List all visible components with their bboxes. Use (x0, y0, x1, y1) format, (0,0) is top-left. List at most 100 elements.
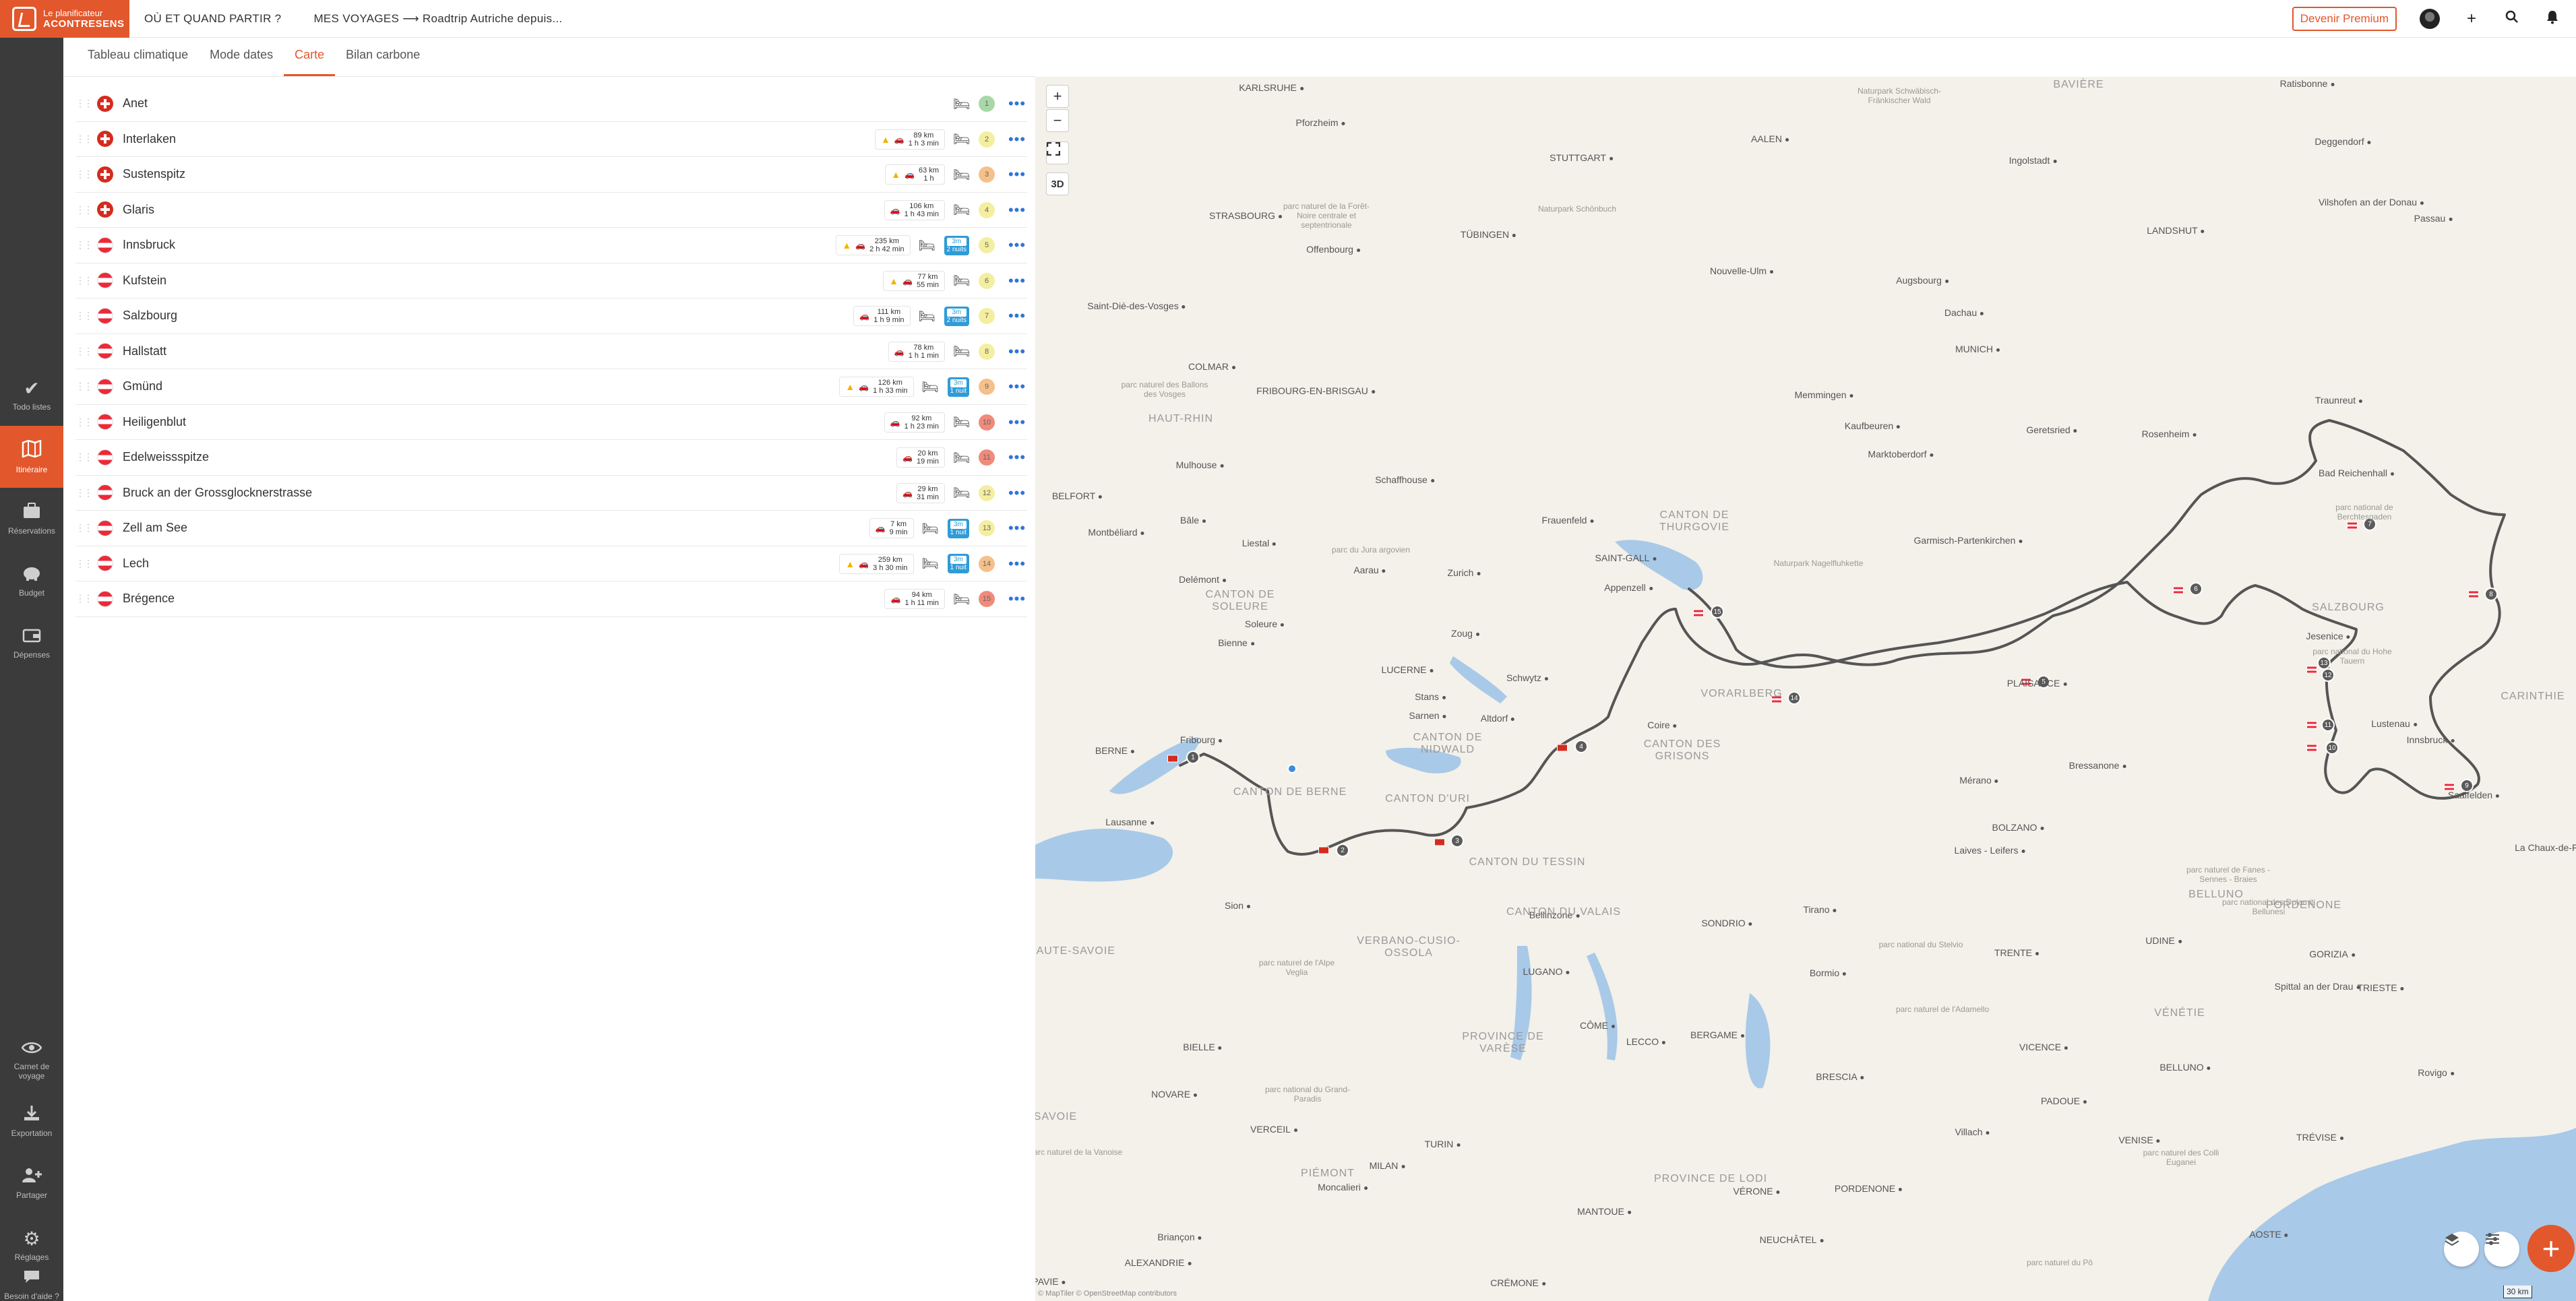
itinerary-row[interactable]: ⋮⋮ Sustenspitz ▲ 🚗 63 km 1 h 🛏 3 ••• (75, 157, 1027, 193)
itinerary-row[interactable]: ⋮⋮ Glaris 🚗 106 km 1 h 43 min 🛏 4 ••• (75, 193, 1027, 228)
sidebar-item-help[interactable]: Besoin d'aide ? (0, 1264, 63, 1301)
layers-button[interactable] (2444, 1232, 2479, 1267)
nights-badge[interactable]: 3m 2 nuits (944, 235, 969, 255)
nights-badge[interactable]: 3m 1 nuit (947, 377, 969, 397)
plus-icon[interactable]: + (2463, 9, 2480, 28)
drag-handle-icon[interactable]: ⋮⋮ (75, 133, 93, 145)
more-options-icon[interactable]: ••• (1007, 307, 1027, 325)
fullscreen-button[interactable] (1046, 141, 1069, 164)
leg-distance[interactable]: ▲ 🚗 89 km 1 h 3 min (874, 129, 945, 150)
bed-icon[interactable]: 🛏 (953, 131, 970, 148)
stage-city-name[interactable]: Bruck an der Grossglocknerstrasse (123, 486, 312, 500)
leg-distance[interactable]: 🚗 111 km 1 h 9 min (853, 306, 911, 326)
drag-handle-icon[interactable]: ⋮⋮ (75, 558, 93, 569)
itinerary-row[interactable]: ⋮⋮ Hallstatt 🚗 78 km 1 h 1 min 🛏 8 ••• (75, 334, 1027, 369)
route-marker[interactable]: 10 (2325, 741, 2339, 755)
bed-icon[interactable]: 🛏 (922, 520, 939, 537)
itinerary-row[interactable]: ⋮⋮ Anet 🛏 1 ••• (75, 86, 1027, 122)
tab-carbon[interactable]: Bilan carbone (335, 48, 431, 76)
route-marker[interactable]: 3 (1450, 834, 1464, 848)
drag-handle-icon[interactable]: ⋮⋮ (75, 416, 93, 428)
tab-dates[interactable]: Mode dates (199, 48, 284, 76)
itinerary-row[interactable]: ⋮⋮ Edelweissspitze 🚗 20 km 19 min 🛏 11 ••• (75, 440, 1027, 476)
sidebar-item-budget[interactable]: Budget (0, 550, 63, 612)
bell-icon[interactable] (2544, 9, 2561, 28)
stage-city-name[interactable]: Hallstatt (123, 344, 166, 358)
add-stage-button[interactable]: + (2527, 1225, 2575, 1272)
leg-distance[interactable]: ▲ 🚗 126 km 1 h 33 min (839, 377, 914, 397)
leg-distance[interactable]: 🚗 92 km 1 h 23 min (884, 412, 945, 433)
route-marker[interactable]: 6 (2189, 582, 2203, 596)
drag-handle-icon[interactable]: ⋮⋮ (75, 346, 93, 357)
itinerary-row[interactable]: ⋮⋮ Gmünd ▲ 🚗 126 km 1 h 33 min 🛏 3m 1 nuit 9 ••• (75, 369, 1027, 405)
route-marker[interactable]: 11 (2321, 718, 2335, 732)
tab-map[interactable]: Carte (284, 48, 336, 76)
leg-distance[interactable]: 🚗 94 km 1 h 11 min (884, 589, 945, 609)
route-marker[interactable]: 4 (1574, 740, 1588, 753)
more-options-icon[interactable]: ••• (1007, 95, 1027, 113)
bed-icon[interactable]: 🛏 (953, 272, 970, 289)
zoom-out-button[interactable]: − (1046, 109, 1069, 132)
leg-distance[interactable]: 🚗 78 km 1 h 1 min (888, 341, 945, 362)
nights-badge[interactable]: 3m 2 nuits (944, 306, 969, 326)
more-options-icon[interactable]: ••• (1007, 201, 1027, 219)
more-options-icon[interactable]: ••• (1007, 131, 1027, 148)
leg-distance[interactable]: ▲ 🚗 259 km 3 h 30 min (839, 553, 914, 574)
more-options-icon[interactable]: ••• (1007, 272, 1027, 290)
route-marker[interactable]: 15 (1711, 605, 1724, 618)
leg-distance[interactable]: 🚗 20 km 19 min (896, 447, 945, 468)
sidebar-item-todo[interactable]: ✔ Todo listes (0, 364, 63, 426)
drag-handle-icon[interactable]: ⋮⋮ (75, 487, 93, 499)
bed-icon[interactable]: 🛏 (953, 343, 970, 360)
nav-where-when[interactable]: OÙ ET QUAND PARTIR ? (144, 12, 281, 26)
more-options-icon[interactable]: ••• (1007, 449, 1027, 466)
leg-distance[interactable]: ▲ 🚗 63 km 1 h (885, 164, 945, 185)
nights-badge[interactable]: 3m 1 nuit (947, 554, 969, 573)
avatar[interactable] (2420, 8, 2440, 29)
drag-handle-icon[interactable]: ⋮⋮ (75, 98, 93, 109)
3d-toggle-button[interactable]: 3D (1046, 172, 1069, 195)
sidebar-item-share[interactable]: Partager (0, 1152, 63, 1214)
drag-handle-icon[interactable]: ⋮⋮ (75, 522, 93, 534)
stage-city-name[interactable]: Glaris (123, 203, 154, 217)
premium-button[interactable]: Devenir Premium (2292, 6, 2397, 31)
more-options-icon[interactable]: ••• (1007, 343, 1027, 360)
stage-city-name[interactable]: Salzbourg (123, 309, 177, 323)
stage-city-name[interactable]: Zell am See (123, 521, 187, 535)
more-options-icon[interactable]: ••• (1007, 236, 1027, 254)
more-options-icon[interactable]: ••• (1007, 555, 1027, 573)
sidebar-item-expenses[interactable]: Dépenses (0, 612, 63, 674)
leg-distance[interactable]: 🚗 29 km 31 min (896, 482, 945, 503)
drag-handle-icon[interactable]: ⋮⋮ (75, 381, 93, 392)
map-view[interactable]: 1 2 3 4 5 6 7 8 9 10 11 12 13 14 15 KARL… (1035, 77, 2576, 1301)
stage-city-name[interactable]: Heiligenblut (123, 415, 186, 429)
bed-icon[interactable]: 🛏 (922, 555, 939, 572)
leg-distance[interactable]: ▲ 🚗 235 km 2 h 42 min (836, 235, 911, 255)
stage-city-name[interactable]: Interlaken (123, 132, 176, 146)
stage-city-name[interactable]: Lech (123, 557, 149, 571)
stage-city-name[interactable]: Edelweissspitze (123, 450, 209, 464)
tab-climate[interactable]: Tableau climatique (77, 48, 199, 76)
itinerary-row[interactable]: ⋮⋮ Bruck an der Grossglocknerstrasse 🚗 29 k… (75, 476, 1027, 511)
bed-icon[interactable]: 🛏 (953, 201, 970, 218)
leg-distance[interactable]: 🚗 7 km 9 min (869, 518, 914, 538)
drag-handle-icon[interactable]: ⋮⋮ (75, 275, 93, 286)
itinerary-row[interactable]: ⋮⋮ Heiligenblut 🚗 92 km 1 h 23 min 🛏 10 ••• (75, 405, 1027, 440)
itinerary-row[interactable]: ⋮⋮ Salzbourg 🚗 111 km 1 h 9 min 🛏 3m 2 nuits 7 ••… (75, 298, 1027, 334)
drag-handle-icon[interactable]: ⋮⋮ (75, 168, 93, 180)
more-options-icon[interactable]: ••• (1007, 414, 1027, 431)
search-icon[interactable] (2503, 10, 2521, 28)
stage-city-name[interactable]: Kufstein (123, 274, 166, 288)
route-marker[interactable]: 8 (2484, 588, 2498, 601)
drag-handle-icon[interactable]: ⋮⋮ (75, 310, 93, 321)
sidebar-item-itinerary[interactable]: Itinéraire (0, 426, 63, 488)
stage-city-name[interactable]: Brégence (123, 592, 175, 606)
bed-icon[interactable]: 🛏 (953, 414, 970, 431)
sidebar-item-bookings[interactable]: Réservations (0, 488, 63, 550)
stage-city-name[interactable]: Anet (123, 96, 148, 110)
filter-button[interactable] (2484, 1232, 2519, 1267)
nav-my-trips[interactable]: MES VOYAGES ⟶ Roadtrip Autriche depuis..… (313, 12, 562, 26)
bed-icon[interactable]: 🛏 (953, 96, 970, 113)
more-options-icon[interactable]: ••• (1007, 378, 1027, 395)
leg-distance[interactable]: ▲ 🚗 77 km 55 min (883, 270, 945, 291)
